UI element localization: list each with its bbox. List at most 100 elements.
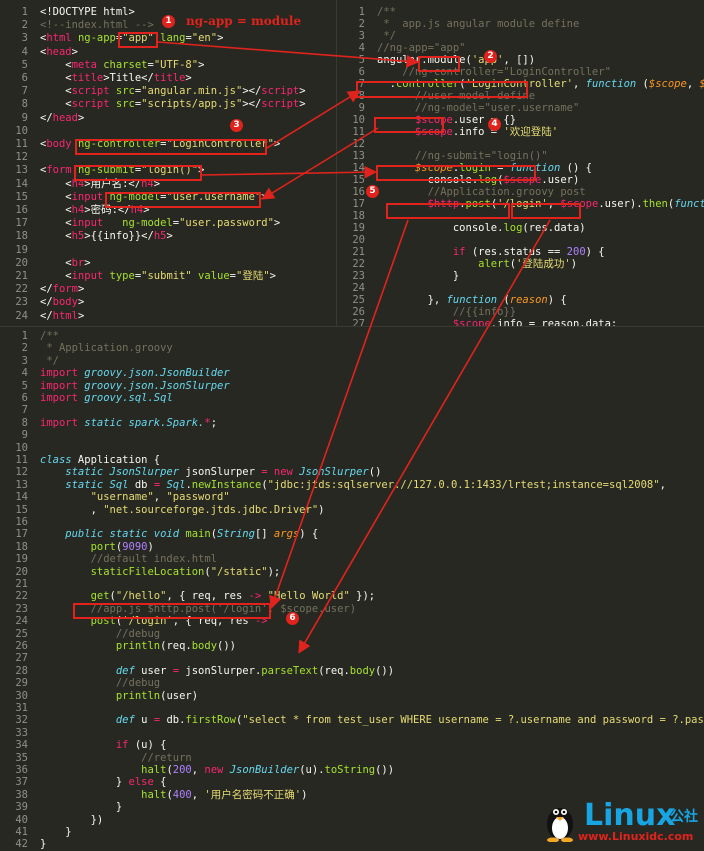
code-token: Sql xyxy=(160,478,186,491)
code-line[interactable]: */ xyxy=(40,355,59,368)
code-token: static xyxy=(40,478,104,491)
code-line[interactable]: </form> xyxy=(40,283,84,296)
code-line[interactable]: if (u) { xyxy=(40,739,167,752)
code-line[interactable]: import groovy.sql.Sql xyxy=(40,392,173,405)
code-line[interactable]: //return xyxy=(40,752,192,765)
line-number: 4 xyxy=(21,45,28,58)
code-token: halt xyxy=(141,764,167,776)
code-token: value xyxy=(191,270,230,282)
code-line[interactable]: import static spark.Spark.*; xyxy=(40,417,217,430)
code-line[interactable]: <h5>{{info}}</h5> xyxy=(40,230,173,243)
code-line[interactable]: println(user) xyxy=(40,690,198,703)
line-number: 8 xyxy=(21,98,28,111)
code-line[interactable]: } xyxy=(40,826,71,839)
code-token: script xyxy=(261,98,300,111)
code-line[interactable]: "username", "password" xyxy=(40,491,230,504)
code-line[interactable]: <input type="submit" value="登陆"> xyxy=(40,270,276,283)
html-editor-panel[interactable]: 1 <!DOCTYPE html> 2 <!--index.html --> 3 <htm… xyxy=(0,0,336,326)
code-token: , { req, res xyxy=(166,590,249,603)
code-line[interactable]: static Sql db = Sql.newInstance("jdbc:jt… xyxy=(40,479,666,492)
code-line[interactable]: //app.js $http.post('/login', $scope.use… xyxy=(40,603,357,616)
code-token: 200 xyxy=(566,246,586,258)
code-line[interactable]: <form ng-submit="login()"> xyxy=(40,164,204,177)
code-line[interactable]: <script src="angular.min.js"></script> xyxy=(40,85,305,98)
badge-2: 2 xyxy=(484,50,497,63)
code-line[interactable]: $http.post('/login', $scope.user).then(f… xyxy=(377,198,704,211)
code-token: "net.sourceforge.jtds.jdbc.Driver" xyxy=(103,503,319,516)
code-line[interactable]: </html> xyxy=(40,310,84,323)
code-line[interactable]: import groovy.json.JsonSlurper xyxy=(40,380,230,393)
code-token: head xyxy=(46,45,72,58)
code-line[interactable]: get("/hello", { req, res -> "Hello World… xyxy=(40,590,376,603)
code-line[interactable]: def u = db.firstRow("select * from test_… xyxy=(40,714,704,727)
code-line[interactable]: <h4>用户名:</h4> xyxy=(40,178,160,191)
code-token: ></ xyxy=(242,85,262,98)
code-token: , xyxy=(686,78,700,90)
code-line[interactable]: def user = jsonSlurper.parseText(req.bod… xyxy=(40,665,394,678)
code-line[interactable]: <input ng-model="user.password"> xyxy=(40,217,280,230)
code-line[interactable]: halt(400, '用户名密码不正确') xyxy=(40,789,307,802)
code-line[interactable]: } xyxy=(40,838,46,851)
code-line[interactable]: static JsonSlurper jsonSlurper = new Jso… xyxy=(40,466,381,479)
code-line[interactable]: <br> xyxy=(40,257,90,270)
code-line[interactable]: <meta charset="UTF-8"> xyxy=(40,59,204,72)
code-line[interactable]: staticFileLocation("/static"); xyxy=(40,566,281,579)
code-token: $http xyxy=(377,198,460,210)
code-line[interactable]: println(req.body()) xyxy=(40,640,236,653)
code-token: </ xyxy=(40,111,53,124)
code-line[interactable]: $scope.info = '欢迎登陆' xyxy=(377,126,558,139)
code-line[interactable]: <body ng-controller="LoginController"> xyxy=(40,138,280,151)
code-token: //default index.html xyxy=(40,553,218,566)
code-line[interactable]: class Application { xyxy=(40,454,160,467)
code-line[interactable]: //default index.html xyxy=(40,553,217,566)
code-token: ng-model xyxy=(103,190,161,203)
badge-6: 6 xyxy=(286,612,299,625)
code-line[interactable]: port(9090) xyxy=(40,541,154,554)
code-token: $scope xyxy=(377,126,453,138)
code-line[interactable]: </head> xyxy=(40,112,84,125)
code-token: parseText xyxy=(261,664,319,677)
code-token: "user.username" xyxy=(166,190,262,203)
code-line[interactable]: halt(200, new JsonBuilder(u).toString()) xyxy=(40,764,394,777)
line-number: 1 xyxy=(21,6,28,18)
code-line[interactable]: * app.js angular module define xyxy=(377,18,579,31)
line-number: 40 xyxy=(15,813,28,826)
code-token: "submit" xyxy=(141,270,192,282)
code-line[interactable]: <!DOCTYPE html> xyxy=(40,6,135,19)
code-line[interactable]: <html ng-app="app" lang="en"> xyxy=(40,32,223,45)
code-token: body xyxy=(191,640,218,652)
code-token: > xyxy=(166,230,173,243)
code-line[interactable]: <h4>密码:</h4> xyxy=(40,204,149,217)
code-line[interactable]: * Application.groovy xyxy=(40,342,172,355)
code-line[interactable]: <input ng-model="user.username"> xyxy=(40,190,267,204)
code-line[interactable]: //debug xyxy=(40,677,160,690)
code-line[interactable]: <head> xyxy=(40,46,78,59)
code-token: ng-model xyxy=(103,217,173,230)
code-line[interactable]: </body> xyxy=(40,296,84,309)
line-number: 37 xyxy=(15,776,28,789)
groovy-editor-panel[interactable]: 1 /** 2 * Application.groovy 3 */ 4 import gr… xyxy=(0,326,704,851)
code-line[interactable]: import groovy.json.JsonBuilder xyxy=(40,367,230,380)
code-line[interactable]: } else { xyxy=(40,776,167,789)
code-line[interactable]: }) xyxy=(40,814,104,827)
code-line[interactable]: <!--index.html --> xyxy=(40,19,154,32)
code-token: -> xyxy=(248,590,262,603)
code-token: title xyxy=(71,72,104,84)
code-line[interactable]: post('/login', { req, res -> xyxy=(40,615,268,628)
code-token: title xyxy=(153,72,186,84)
code-line[interactable]: //debug xyxy=(40,628,160,641)
code-token: input xyxy=(71,217,104,230)
code-line[interactable]: } xyxy=(377,270,459,283)
code-token: (res.data) xyxy=(522,222,586,234)
code-line[interactable]: <script src="scripts/app.js"></script> xyxy=(40,98,305,111)
js-editor-panel[interactable]: 1/** 2 * app.js angular module define 3 */… xyxy=(336,0,704,372)
code-line[interactable]: /** xyxy=(40,330,59,343)
code-line[interactable]: console.log(res.data) xyxy=(377,222,586,235)
code-line[interactable]: , "net.sourceforge.jtds.jdbc.Driver") xyxy=(40,503,325,517)
code-line[interactable]: public static void main(String[] args) { xyxy=(40,528,318,541)
code-token: println xyxy=(115,640,161,652)
code-token: > xyxy=(185,72,192,84)
code-line[interactable]: } xyxy=(40,801,122,814)
code-line[interactable]: <title>Title</title> xyxy=(40,72,192,85)
